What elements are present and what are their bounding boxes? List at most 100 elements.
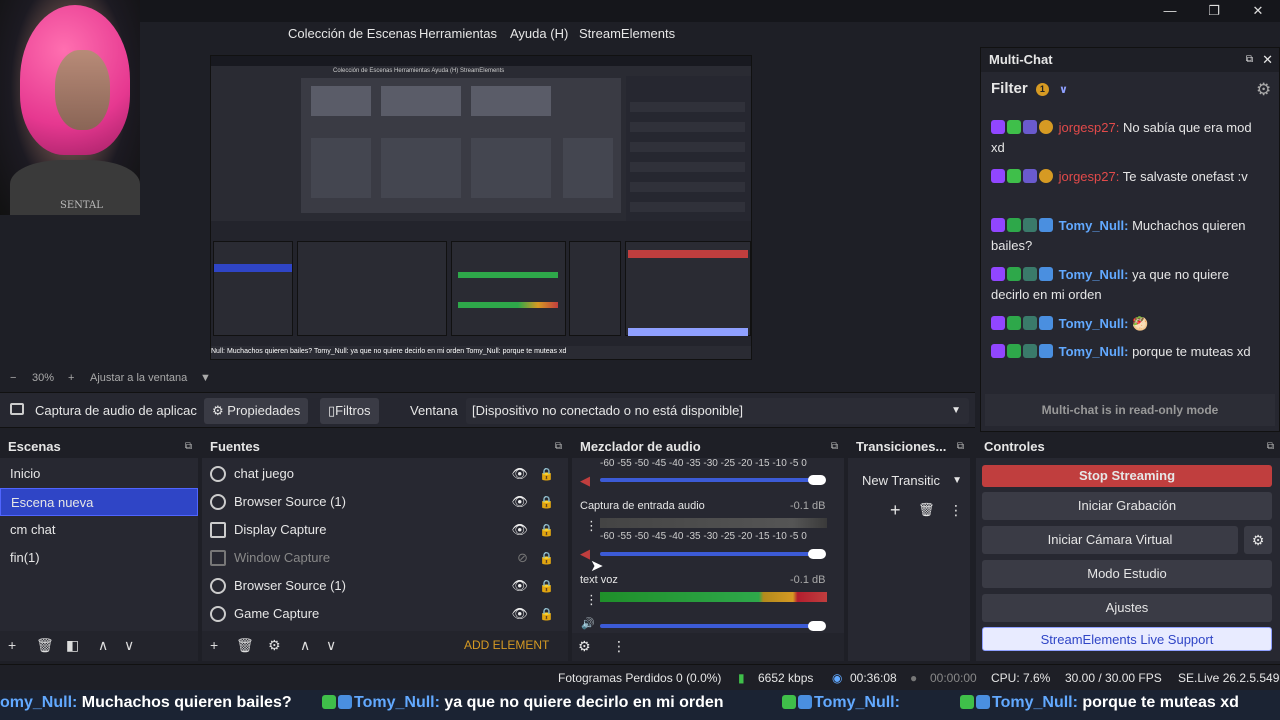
lock-icon[interactable]: 🔒 [539, 572, 554, 600]
undock-icon[interactable]: ⧉ [957, 436, 964, 458]
studio-mode-button[interactable]: Modo Estudio [982, 560, 1272, 588]
scene-item-selected[interactable]: Escena nueva [0, 488, 198, 516]
source-item[interactable]: chat juego 👁 🔒 [202, 460, 568, 488]
start-virtual-camera-button[interactable]: Iniciar Cámara Virtual [982, 526, 1238, 554]
browser-source-icon [210, 466, 226, 482]
transition-menu-icon[interactable]: ⋮ [949, 502, 963, 519]
volume-slider[interactable] [600, 552, 812, 556]
move-down-button[interactable]: ∨ [124, 637, 134, 654]
mixer-scale: -60 -55 -50 -45 -40 -35 -30 -25 -20 -15 … [600, 458, 807, 469]
restore-button[interactable]: ❐ [1192, 2, 1236, 20]
cpu-usage: CPU: 7.6% [991, 671, 1051, 685]
level-meter [600, 518, 827, 528]
remove-source-button[interactable]: 🗑 [236, 637, 254, 654]
menu-streamelements[interactable]: StreamElements [579, 26, 675, 41]
volume-knob[interactable] [808, 475, 826, 485]
mixer-scale: -60 -55 -50 -45 -40 -35 -30 -25 -20 -15 … [600, 531, 807, 542]
eye-icon[interactable]: 👁 [511, 516, 528, 544]
undock-icon[interactable]: ⧉ [831, 436, 838, 458]
virtual-camera-gear-icon[interactable]: ⚙ [1244, 526, 1272, 554]
scene-item[interactable]: Inicio [0, 460, 198, 488]
gear-icon: ⚙ [212, 403, 224, 418]
filters-button[interactable]: ▯Filtros [320, 398, 379, 424]
scene-item[interactable]: fin(1) [0, 544, 198, 572]
chat-text: Te salvaste onefast :v [1119, 169, 1248, 184]
lock-icon[interactable]: 🔒 [539, 544, 554, 572]
webcam-shirt-text: SENTAL [60, 200, 103, 211]
mouse-cursor-icon: ➤ [590, 558, 604, 575]
source-item[interactable]: Browser Source (1) 👁 🔒 [202, 572, 568, 600]
menu-tools[interactable]: Herramientas [419, 26, 497, 41]
lock-icon[interactable]: 🔒 [539, 488, 554, 516]
move-up-button[interactable]: ∧ [98, 637, 108, 654]
sources-title: Fuentes [210, 439, 260, 454]
channel-db: -0.1 dB [790, 574, 826, 586]
scene-item[interactable]: cm chat [0, 516, 198, 544]
channel-menu-icon[interactable]: ⋮ [585, 518, 598, 534]
preview-canvas[interactable]: Colección de Escenas Herramientas Ayuda … [210, 55, 752, 360]
channel-menu-icon[interactable]: ⋮ [585, 592, 598, 608]
twitch-badge-icon [991, 218, 1005, 232]
properties-button[interactable]: ⚙ Propiedades [204, 398, 309, 424]
chat-settings-gear-icon[interactable]: ⚙ [1256, 80, 1271, 100]
muted-speaker-icon[interactable]: ◀ [580, 473, 590, 489]
eye-icon[interactable]: 👁 [511, 600, 528, 628]
eye-icon[interactable]: 👁 [511, 488, 528, 516]
browser-source-icon [210, 578, 226, 594]
source-item[interactable]: Game Capture 👁 🔒 [202, 600, 568, 628]
vip-badge-icon [1007, 267, 1021, 281]
stop-streaming-button[interactable]: Stop Streaming [982, 465, 1272, 487]
menu-help[interactable]: Ayuda (H) [510, 26, 568, 41]
undock-icon[interactable]: ⧉ [1246, 48, 1253, 72]
remove-scene-button[interactable]: 🗑 [36, 637, 54, 654]
scene-filters-button[interactable]: ◧ [66, 637, 79, 654]
filter-button[interactable]: Filter 1 ∨ [991, 80, 1068, 97]
source-name: Browser Source (1) [234, 578, 346, 593]
source-item[interactable]: Browser Source (1) 👁 🔒 [202, 488, 568, 516]
muted-speaker-icon[interactable]: ◀ [580, 546, 590, 562]
add-element-button[interactable]: ADD ELEMENT [464, 638, 549, 652]
zoom-out-button[interactable]: − [10, 372, 16, 384]
start-recording-button[interactable]: Iniciar Grabación [982, 492, 1272, 520]
undock-icon[interactable]: ⧉ [1267, 436, 1274, 458]
add-scene-button[interactable]: + [8, 637, 16, 653]
chat-message: Tomy_Null: ya que no quiere decirlo en m… [991, 265, 1261, 305]
lock-icon[interactable]: 🔒 [539, 460, 554, 488]
fit-to-window[interactable]: Ajustar a la ventana [90, 372, 187, 384]
menu-scene-collection[interactable]: Colección de Escenas [288, 26, 417, 41]
volume-slider[interactable] [600, 478, 812, 482]
volume-slider[interactable] [600, 624, 812, 628]
window-select[interactable]: [Dispositivo no conectado o no está disp… [466, 398, 969, 424]
zoom-dropdown-icon[interactable]: ▼ [200, 372, 211, 384]
volume-knob[interactable] [808, 549, 826, 559]
sub-badge-icon [1023, 267, 1037, 281]
zoom-in-button[interactable]: + [68, 372, 74, 384]
undock-icon[interactable]: ⧉ [185, 436, 192, 458]
close-icon[interactable]: ✕ [1262, 48, 1273, 72]
transition-select[interactable]: New Transitic ▼ [856, 468, 964, 494]
move-up-button[interactable]: ∧ [300, 637, 310, 654]
subscriber-badge-icon [1023, 169, 1037, 183]
multichat-title: Multi-Chat [989, 52, 1053, 67]
mixer-settings-icon[interactable]: ⚙ [578, 638, 591, 655]
speaker-icon[interactable]: 🔊 [581, 617, 595, 630]
minimize-button[interactable]: — [1148, 2, 1192, 20]
settings-button[interactable]: Ajustes [982, 594, 1272, 622]
source-item[interactable]: Display Capture 👁 🔒 [202, 516, 568, 544]
eye-hidden-icon[interactable]: ⊘ [517, 544, 528, 572]
volume-knob[interactable] [808, 621, 826, 631]
source-settings-button[interactable]: ⚙ [268, 637, 281, 654]
source-item[interactable]: Window Capture ⊘ 🔒 [202, 544, 568, 572]
add-source-button[interactable]: + [210, 637, 218, 653]
lock-icon[interactable]: 🔒 [539, 516, 554, 544]
streamelements-support-button[interactable]: StreamElements Live Support [982, 627, 1272, 651]
mixer-menu-icon[interactable]: ⋮ [612, 638, 626, 655]
lock-icon[interactable]: 🔒 [539, 600, 554, 628]
move-down-button[interactable]: ∨ [326, 637, 336, 654]
close-button[interactable]: ✕ [1236, 2, 1280, 20]
add-transition-button[interactable]: + [890, 500, 901, 521]
undock-icon[interactable]: ⧉ [555, 436, 562, 458]
eye-icon[interactable]: 👁 [511, 460, 528, 488]
eye-icon[interactable]: 👁 [511, 572, 528, 600]
remove-transition-button[interactable]: 🗑 [918, 502, 935, 518]
